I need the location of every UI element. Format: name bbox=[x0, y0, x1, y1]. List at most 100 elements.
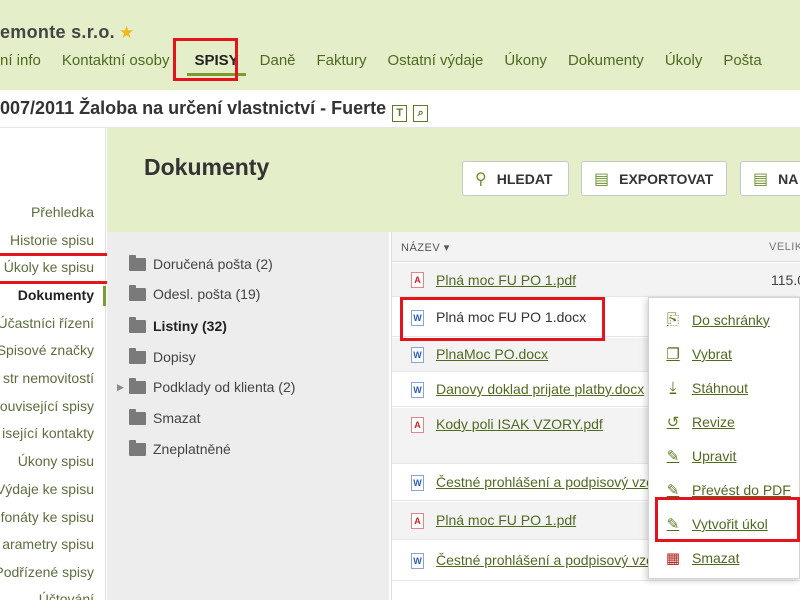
expand-arrow-icon[interactable]: ▶ bbox=[117, 382, 124, 393]
folder-icon bbox=[129, 347, 146, 364]
attachment-icon[interactable]: ⌕ bbox=[413, 105, 429, 122]
sidebar-item-vydaje[interactable]: Výdaje ke spisu bbox=[0, 481, 94, 497]
export-button-label: EXPORTOVAT bbox=[619, 170, 714, 187]
menu-item-revize[interactable]: ↺ Revize bbox=[664, 413, 735, 431]
folder-smazat[interactable]: Smazat bbox=[129, 408, 201, 426]
sidebar-item-ukony[interactable]: Úkony spisu bbox=[18, 453, 94, 469]
company-name: emonte s.r.o. ★ bbox=[0, 22, 134, 43]
folder-odesl-posta[interactable]: Odesl. pošta (19) bbox=[129, 284, 261, 302]
folder-label: Doručená pošta (2) bbox=[153, 256, 273, 272]
sidebar-item-parametry[interactable]: arametry spisu bbox=[2, 536, 94, 552]
folder-icon bbox=[129, 316, 146, 333]
file-size: 115.0 bbox=[771, 272, 800, 288]
highlight-vytvorit-ukol bbox=[655, 497, 800, 542]
new-button[interactable]: ▤ NA bbox=[740, 161, 800, 196]
sidebar-item-ucastnici[interactable]: Účastníci řízení bbox=[0, 315, 94, 331]
file-list-header: NÁZEV ▾ VELIK bbox=[392, 232, 800, 262]
file-name-link[interactable]: Danovy doklad prijate platby.docx bbox=[436, 381, 644, 397]
file-name-link[interactable]: Čestné prohlášení a podpisový vzor bbox=[436, 552, 659, 568]
nav-dane[interactable]: Daně bbox=[260, 46, 296, 76]
file-name-link[interactable]: Plná moc FU PO 1.pdf bbox=[436, 272, 576, 288]
word-file-icon: W bbox=[411, 347, 424, 363]
page-title: Dokumenty bbox=[144, 154, 270, 180]
search-button-label: HLEDAT bbox=[496, 170, 553, 187]
menu-item-label: Stáhnout bbox=[692, 379, 749, 396]
menu-item-do-schranky[interactable]: ⎘ Do schránky bbox=[664, 311, 770, 328]
pdf-file-icon: A bbox=[411, 417, 424, 433]
nav-ostatni-vydaje[interactable]: Ostatní výdaje bbox=[388, 46, 484, 76]
history-icon: ↺ bbox=[666, 414, 680, 431]
folder-icon bbox=[129, 284, 146, 301]
menu-item-label: Smazat bbox=[692, 550, 740, 566]
column-name-header[interactable]: NÁZEV ▾ bbox=[401, 241, 450, 254]
sidebar-item-nemovitosti[interactable]: str nemovitostí bbox=[3, 370, 94, 386]
column-size-header[interactable]: VELIK bbox=[769, 241, 800, 253]
folder-dopisy[interactable]: Dopisy bbox=[129, 347, 196, 365]
sidebar-item-telefonaty[interactable]: fonáty ke spisu bbox=[1, 509, 94, 525]
sidebar-active-indicator bbox=[103, 286, 106, 306]
folder-export-icon: ▤ bbox=[594, 170, 610, 188]
folder-label: Zneplatněné bbox=[153, 441, 231, 457]
folder-label: Dopisy bbox=[153, 349, 196, 365]
folder-icon bbox=[129, 377, 146, 394]
menu-item-label: Převést do PDF bbox=[692, 482, 791, 498]
nav-ukoly[interactable]: Úkoly bbox=[665, 46, 703, 76]
case-title: 007/2011 Žaloba na určení vlastnictví - … bbox=[0, 98, 429, 122]
nav-dokumenty[interactable]: Dokumenty bbox=[568, 46, 644, 76]
file-row[interactable]: A Plná moc FU PO 1.pdf 115.0 bbox=[392, 263, 800, 297]
nav-posta[interactable]: Pošta bbox=[723, 46, 761, 76]
folder-icon bbox=[129, 408, 146, 425]
folder-label: Podklady od klienta (2) bbox=[153, 379, 296, 395]
case-sidebar: Přehledka Historie spisu Úkoly ke spisu … bbox=[0, 128, 106, 600]
menu-item-label: Vybrat bbox=[692, 346, 732, 362]
sidebar-item-historie[interactable]: Historie spisu bbox=[10, 232, 94, 248]
nav-faktury[interactable]: Faktury bbox=[317, 46, 367, 76]
folder-add-icon: ▤ bbox=[753, 170, 769, 188]
menu-item-upravit[interactable]: ✎ Upravit bbox=[664, 447, 737, 465]
pdf-file-icon: A bbox=[411, 272, 424, 288]
nav-ukony[interactable]: Úkony bbox=[504, 46, 547, 76]
star-icon[interactable]: ★ bbox=[119, 23, 135, 42]
menu-item-label: Revize bbox=[692, 414, 735, 430]
menu-item-stahnout[interactable]: ⤓ Stáhnout bbox=[664, 379, 748, 396]
company-label: emonte s.r.o. bbox=[0, 22, 115, 42]
sidebar-item-podrizene[interactable]: Podřízené spisy bbox=[0, 564, 94, 580]
folder-tree: Doručená pošta (2) Odesl. pošta (19) Lis… bbox=[107, 232, 389, 600]
download-icon: ⤓ bbox=[669, 379, 677, 396]
menu-item-vybrat[interactable]: ❐ Vybrat bbox=[664, 345, 732, 363]
export-button[interactable]: ▤ EXPORTOVAT bbox=[581, 161, 727, 196]
file-name-link[interactable]: Plná moc FU PO 1.pdf bbox=[436, 512, 576, 528]
menu-item-label: Upravit bbox=[692, 448, 737, 464]
search-button[interactable]: ⚲ HLEDAT bbox=[462, 161, 569, 196]
word-file-icon: W bbox=[411, 553, 424, 569]
file-name-link[interactable]: Čestné prohlášení a podpisový vzor bbox=[436, 474, 659, 490]
sidebar-item-uctovani[interactable]: Účtování bbox=[39, 591, 94, 600]
folder-dorucena-posta[interactable]: Doručená pošta (2) bbox=[129, 254, 273, 272]
folder-label: Smazat bbox=[153, 410, 201, 426]
word-file-icon: W bbox=[411, 382, 424, 398]
sidebar-item-souvisejici-kontakty[interactable]: isející kontakty bbox=[2, 425, 94, 441]
folder-zneplatnene[interactable]: Zneplatněné bbox=[129, 439, 231, 457]
pencil-icon: ✎ bbox=[666, 448, 680, 465]
folder-podklady[interactable]: Podklady od klienta (2) bbox=[129, 377, 296, 395]
sidebar-item-spisove-znacky[interactable]: Spisové značky bbox=[0, 342, 94, 358]
highlight-dokumenty bbox=[0, 253, 118, 284]
folder-listiny[interactable]: Listiny (32) bbox=[129, 316, 227, 334]
sidebar-item-prehledka[interactable]: Přehledka bbox=[31, 204, 94, 220]
word-file-icon: W bbox=[411, 475, 424, 491]
folder-icon bbox=[129, 439, 146, 456]
nav-info[interactable]: ní info bbox=[0, 46, 41, 76]
sidebar-item-dokumenty[interactable]: Dokumenty bbox=[18, 287, 94, 303]
highlight-selected-file bbox=[400, 297, 605, 341]
menu-item-smazat[interactable]: ▦ Smazat bbox=[664, 549, 740, 567]
trash-icon: ▦ bbox=[665, 550, 681, 567]
file-name-link[interactable]: PlnaMoc PO.docx bbox=[436, 346, 548, 362]
folder-label: Odesl. pošta (19) bbox=[153, 286, 261, 302]
pdf-file-icon: A bbox=[411, 513, 424, 529]
nav-kontaktni-osoby[interactable]: Kontaktní osoby bbox=[62, 46, 170, 76]
document-tag-icon[interactable]: T bbox=[392, 105, 408, 122]
folder-icon bbox=[129, 254, 146, 271]
file-name-link[interactable]: Kody poli ISAK VZORY.pdf bbox=[436, 416, 603, 432]
sidebar-item-souvisejici-spisy[interactable]: ouvisející spisy bbox=[0, 398, 94, 414]
case-title-row: 007/2011 Žaloba na určení vlastnictví - … bbox=[0, 90, 800, 128]
